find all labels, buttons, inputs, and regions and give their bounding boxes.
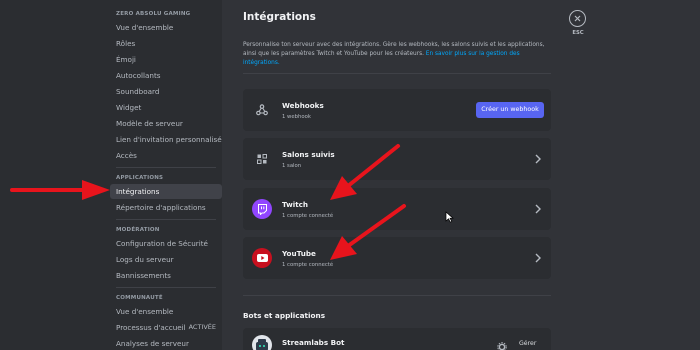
bot-card[interactable]: Streamlabs Bot Gérer [243,328,551,350]
sidebar-item-vanity-url[interactable]: Lien d'invitation personnalisé [110,132,222,147]
sidebar-item-onboarding[interactable]: Processus d'accueil ACTIVÉE [110,320,222,335]
sidebar-item-safety-setup[interactable]: Configuration de Sécurité [110,236,222,251]
card-title: Webhooks [282,101,324,110]
twitch-icon [252,199,272,219]
moderation-section-header: MODÉRATION [116,227,160,233]
server-name-header: ZERO ABSOLU GAMING [116,11,191,17]
esc-label: ESC [572,30,584,36]
youtube-card[interactable]: YouTube 1 compte connecté [243,237,551,279]
sidebar-item-server-insights[interactable]: Analyses de serveur [110,336,222,350]
card-title: Salons suivis [282,150,335,159]
sidebar-item-label: Processus d'accueil [116,323,186,332]
community-section-header: COMMUNAUTÉ [116,295,163,301]
card-subtitle: 1 compte connecté [282,262,334,268]
bot-name: Streamlabs Bot [282,338,345,347]
chevron-right-icon [535,154,541,164]
integrations-panel: Intégrations Personnalise ton serveur av… [243,0,551,350]
chevron-right-icon [535,204,541,214]
page-description: Personnalise ton serveur avec des intégr… [243,41,549,68]
card-subtitle: 1 webhook [282,114,311,120]
bots-section-header: Bots et applications [243,311,326,320]
section-divider [243,295,551,296]
sidebar-item-soundboard[interactable]: Soundboard [110,84,222,99]
followed-channels-card[interactable]: Salons suivis 1 salon [243,138,551,180]
avatar [252,335,272,350]
card-title: YouTube [282,249,316,258]
gear-icon [497,342,507,350]
sidebar-item-emoji[interactable]: Émoji [110,52,222,67]
sidebar-item-roles[interactable]: Rôles [110,36,222,51]
manage-button[interactable]: Gérer [519,340,536,347]
sidebar-item-widget[interactable]: Widget [110,100,222,115]
close-icon [574,15,581,22]
sidebar-item-integrations[interactable]: Intégrations [110,184,222,199]
chevron-right-icon [535,253,541,263]
close-button[interactable]: ESC [569,10,587,38]
apps-section-header: APPLICATIONS [116,175,164,181]
page-title: Intégrations [243,11,316,23]
status-badge: ACTIVÉE [188,323,216,331]
mouse-cursor-icon [445,211,454,223]
section-divider [243,73,551,74]
webhooks-card[interactable]: Webhooks 1 webhook Créer un webhook [243,89,551,131]
sidebar-divider [116,167,216,168]
sidebar-item-overview[interactable]: Vue d'ensemble [110,20,222,35]
followed-channel-icon [252,149,272,169]
sidebar-item-access[interactable]: Accès [110,148,222,163]
twitch-card[interactable]: Twitch 1 compte connecté [243,188,551,230]
sidebar-item-app-directory[interactable]: Répertoire d'applications [110,200,222,215]
sidebar-item-server-template[interactable]: Modèle de serveur [110,116,222,131]
sidebar-item-bans[interactable]: Bannissements [110,268,222,283]
sidebar-item-community-overview[interactable]: Vue d'ensemble [110,304,222,319]
sidebar-item-audit-log[interactable]: Logs du serveur [110,252,222,267]
sidebar-divider [116,219,216,220]
settings-sidebar: ZERO ABSOLU GAMING Vue d'ensemble Rôles … [110,0,222,350]
create-webhook-button[interactable]: Créer un webhook [476,102,544,118]
sidebar-item-stickers[interactable]: Autocollants [110,68,222,83]
card-subtitle: 1 salon [282,163,302,169]
youtube-icon [252,248,272,268]
card-title: Twitch [282,200,309,209]
card-subtitle: 1 compte connecté [282,213,334,219]
webhook-icon [252,100,272,120]
sidebar-divider [116,287,216,288]
